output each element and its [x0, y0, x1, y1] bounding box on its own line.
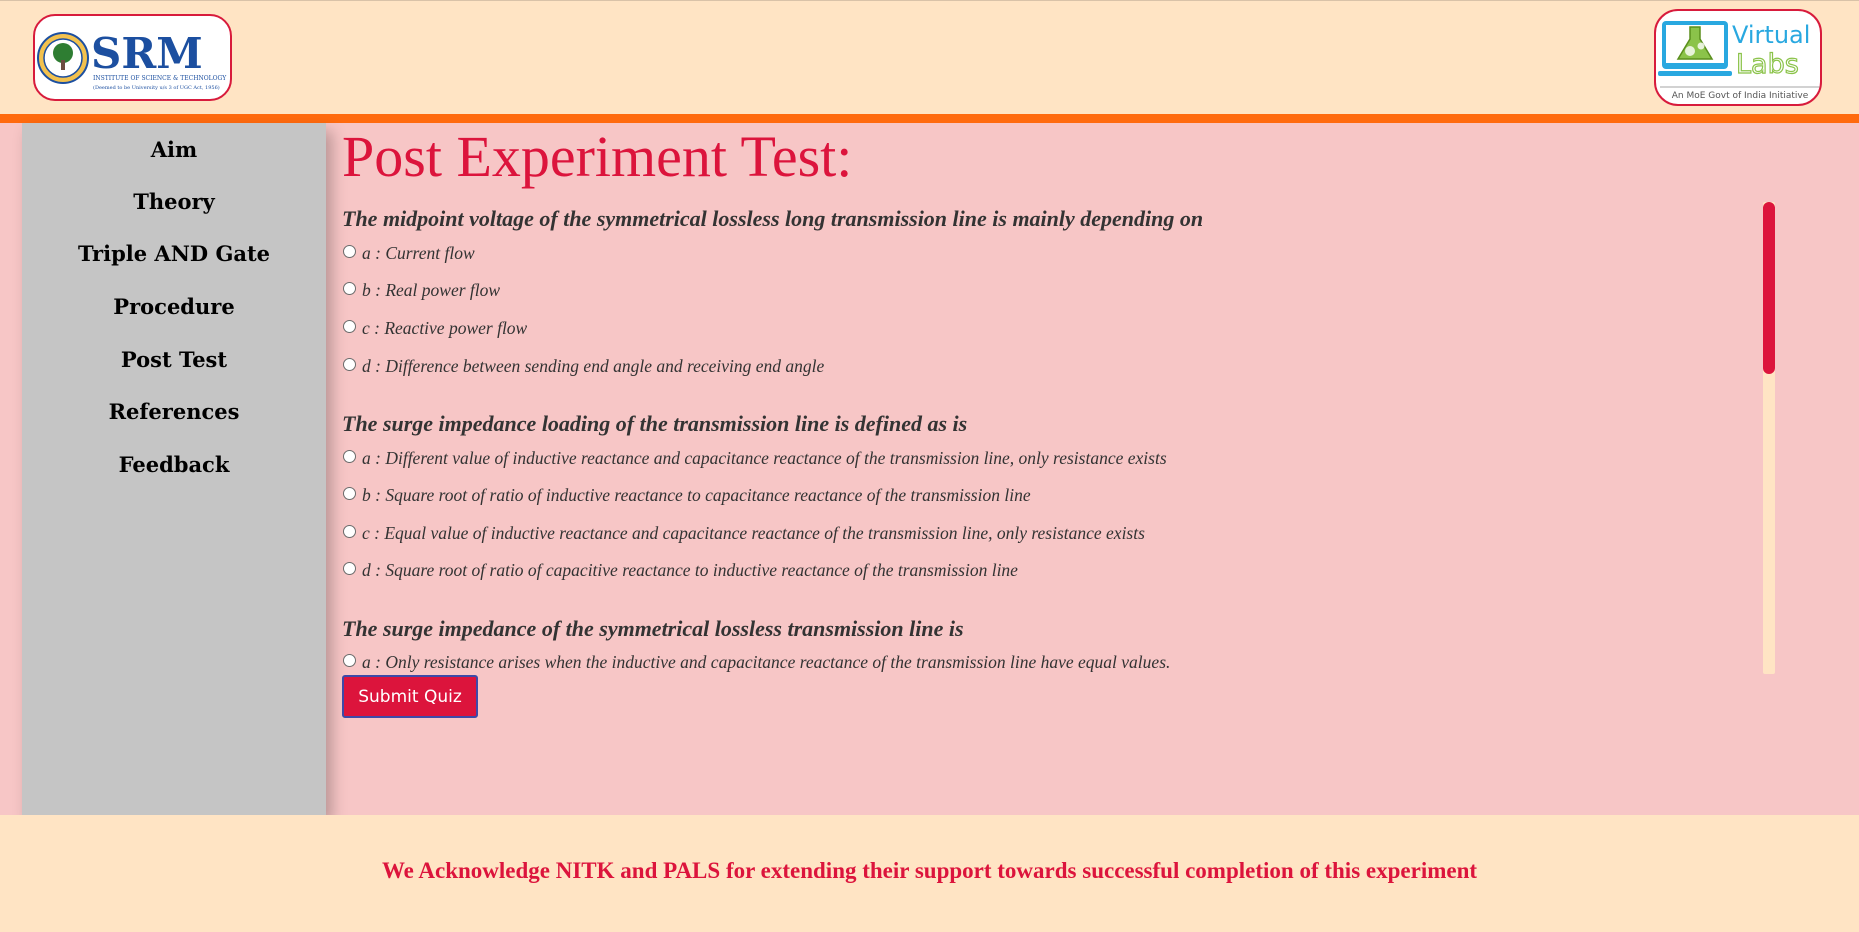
- option-label: a : Current flow: [362, 243, 475, 263]
- virtual-labs-line2: Labs: [1736, 49, 1799, 80]
- site-footer: We Acknowledge NITK and PALS for extendi…: [0, 815, 1859, 932]
- option-label: a : Different value of inductive reactan…: [362, 448, 1167, 468]
- srm-logo-graphic: SRM INSTITUTE OF SCIENCE & TECHNOLOGY (D…: [37, 29, 227, 91]
- radio-button[interactable]: [343, 525, 356, 538]
- acknowledgement-text: We Acknowledge NITK and PALS for extendi…: [381, 858, 1478, 883]
- srm-logo[interactable]: SRM INSTITUTE OF SCIENCE & TECHNOLOGY (D…: [33, 14, 232, 101]
- sidebar-item-theory[interactable]: Theory: [22, 189, 326, 214]
- option-label: b : Square root of ratio of inductive re…: [362, 485, 1031, 505]
- question-1-text: The midpoint voltage of the symmetrical …: [342, 206, 1204, 231]
- option-label: b : Real power flow: [362, 280, 501, 300]
- sidebar-item-post-test[interactable]: Post Test: [22, 347, 326, 372]
- virtual-labs-logo-graphic: Virtual Labs An MoE Govt of India Initia…: [1658, 21, 1820, 101]
- virtual-labs-tagline: An MoE Govt of India Initiative: [1672, 91, 1809, 101]
- radio-button[interactable]: [343, 320, 356, 333]
- srm-logo-tagline: (Deemed to be University u/s 3 of UGC Ac…: [93, 84, 220, 91]
- sidebar-item-references[interactable]: References: [22, 399, 326, 424]
- quiz-scrollbar[interactable]: [1763, 202, 1775, 674]
- radio-button[interactable]: [343, 245, 356, 258]
- site-header: SRM INSTITUTE OF SCIENCE & TECHNOLOGY (D…: [0, 0, 1859, 114]
- option-label: c : Equal value of inductive reactance a…: [362, 523, 1145, 543]
- question-2-text: The surge impedance loading of the trans…: [342, 411, 968, 436]
- option-label: a : Only resistance arises when the indu…: [362, 652, 1171, 672]
- virtual-labs-line1: Virtual: [1732, 21, 1810, 49]
- question-3-text: The surge impedance of the symmetrical l…: [342, 616, 964, 641]
- sidebar-item-triple-and-gate[interactable]: Triple AND Gate: [22, 241, 326, 266]
- sidebar-item-feedback[interactable]: Feedback: [22, 452, 326, 477]
- sidebar-item-aim[interactable]: Aim: [22, 137, 326, 162]
- radio-button[interactable]: [343, 282, 356, 295]
- header-divider: [0, 114, 1859, 123]
- quiz-scroll-area[interactable]: The midpoint voltage of the symmetrical …: [342, 202, 1782, 674]
- virtual-labs-logo[interactable]: Virtual Labs An MoE Govt of India Initia…: [1654, 9, 1822, 106]
- radio-button[interactable]: [343, 654, 356, 667]
- option-label: d : Square root of ratio of capacitive r…: [362, 560, 1018, 580]
- quiz-scrollbar-thumb[interactable]: [1763, 202, 1775, 374]
- page-title: Post Experiment Test:: [342, 124, 853, 189]
- radio-button[interactable]: [343, 487, 356, 500]
- radio-button[interactable]: [343, 358, 356, 371]
- option-label: c : Reactive power flow: [362, 318, 528, 338]
- sidebar-nav: Aim Theory Triple AND Gate Procedure Pos…: [22, 123, 326, 815]
- radio-button[interactable]: [343, 562, 356, 575]
- srm-logo-name: SRM: [91, 29, 203, 78]
- radio-button[interactable]: [343, 450, 356, 463]
- submit-quiz-button[interactable]: Submit Quiz: [342, 675, 478, 718]
- sidebar-item-procedure[interactable]: Procedure: [22, 294, 326, 319]
- srm-logo-subtitle: INSTITUTE OF SCIENCE & TECHNOLOGY: [93, 75, 227, 82]
- option-label: d : Difference between sending end angle…: [362, 356, 825, 376]
